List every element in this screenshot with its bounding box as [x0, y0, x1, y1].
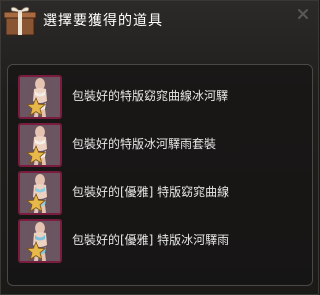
item-slot[interactable]: [18, 123, 62, 167]
item-label: 包裝好的特版窈窕曲線冰河驛: [72, 89, 229, 103]
item-slot[interactable]: [18, 219, 62, 263]
list-item[interactable]: 包裝好的特版窈窕曲線冰河驛: [18, 75, 298, 119]
list-item[interactable]: 包裝好的[優雅] 特版窈窕曲線: [18, 171, 298, 215]
item-list: 包裝好的特版窈窕曲線冰河驛 包裝好的特版冰河驛雨套裝 包裝好的[優雅] 特版窈窕…: [7, 64, 313, 286]
gift-box-icon: [3, 6, 37, 36]
list-item[interactable]: 包裝好的特版冰河驛雨套裝: [18, 123, 298, 167]
star-icon: [26, 193, 46, 213]
item-select-window: 選擇要獲得的道具 包裝好的特版窈窕曲線冰河驛 包裝好的特版冰河驛雨套裝 包裝好的…: [0, 0, 319, 295]
title-bar[interactable]: 選擇要獲得的道具: [1, 1, 318, 41]
star-icon: [26, 97, 46, 117]
item-slot[interactable]: [18, 171, 62, 215]
item-slot[interactable]: [18, 75, 62, 119]
close-icon[interactable]: [296, 7, 310, 21]
item-label: 包裝好的[優雅] 特版冰河驛雨: [72, 233, 230, 247]
star-icon: [26, 241, 46, 261]
list-item[interactable]: 包裝好的[優雅] 特版冰河驛雨: [18, 219, 298, 263]
item-label: 包裝好的[優雅] 特版窈窕曲線: [72, 185, 230, 199]
window-title: 選擇要獲得的道具: [43, 13, 163, 29]
item-label: 包裝好的特版冰河驛雨套裝: [72, 137, 217, 151]
star-icon: [26, 145, 46, 165]
